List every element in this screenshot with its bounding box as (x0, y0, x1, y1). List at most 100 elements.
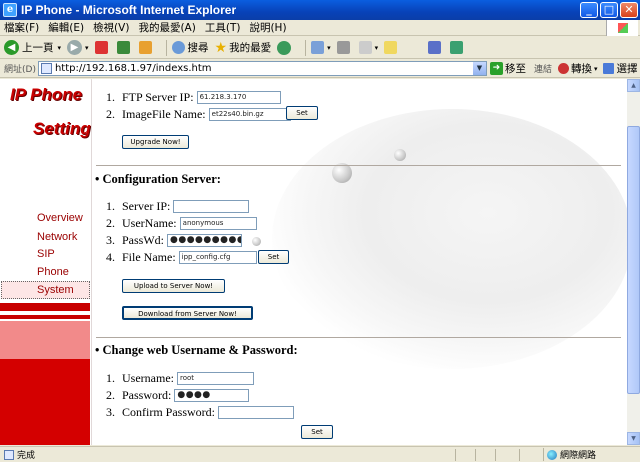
menu-favorites[interactable]: 我的最愛(A) (138, 20, 195, 35)
maximize-button[interactable]: □ (600, 2, 618, 18)
address-input[interactable]: http://192.168.1.97/indexs.htm ▼ (37, 61, 487, 76)
address-url: http://192.168.1.97/indexs.htm (54, 63, 212, 74)
decor-orb (332, 163, 352, 183)
go-arrow-icon: ➜ (489, 62, 503, 75)
page-done-icon (4, 449, 14, 460)
back-dropdown-icon[interactable]: ▾ (58, 44, 62, 52)
menu-help[interactable]: 說明(H) (249, 20, 286, 35)
refresh-button[interactable] (116, 41, 133, 54)
section-divider (96, 165, 621, 166)
passwd-input[interactable]: ●●●●●●●●●● (167, 234, 242, 247)
credentials-set-button[interactable]: Set (301, 425, 333, 439)
print-icon (336, 41, 350, 54)
item-number: 3. (106, 405, 115, 419)
print-button[interactable] (336, 41, 353, 54)
menu-edit[interactable]: 編輯(E) (48, 20, 84, 35)
upload-to-server-button[interactable]: Upload to Server Now! (122, 279, 225, 293)
vertical-scrollbar[interactable]: ▲ ▼ (627, 79, 640, 445)
confirm-password-input[interactable] (218, 406, 294, 419)
logo-ip-phone: IP Phone (10, 85, 83, 104)
username-input[interactable]: anonymous (179, 217, 257, 230)
image-set-button[interactable]: Set (286, 106, 318, 120)
research-button[interactable] (428, 41, 444, 54)
favorites-button[interactable]: ★ 我的最愛 (215, 40, 272, 56)
messenger-button[interactable] (450, 41, 466, 54)
bullet: • (95, 343, 100, 357)
item-number: 1. (106, 371, 115, 385)
go-label: 移至 (504, 63, 526, 75)
address-bar: 網址(D) http://192.168.1.97/indexs.htm ▼ ➜… (0, 60, 640, 78)
sidebar-item-system[interactable]: System (37, 284, 74, 296)
select-label: 選擇 (616, 63, 638, 75)
web-credentials-title: • Change web Username & Password: (95, 343, 298, 358)
select-button[interactable]: 選擇 (603, 61, 637, 76)
ie-icon: e (3, 3, 17, 17)
filename-set-button[interactable]: Set (258, 250, 289, 264)
background-decoration (272, 109, 627, 369)
status-text: 完成 (4, 448, 35, 461)
web-username-row: 1. Username: root (106, 371, 254, 386)
mail-button[interactable]: ▾ (311, 41, 331, 54)
favorites-label: 我的最愛 (229, 42, 272, 54)
discuss-icon (384, 41, 398, 54)
windows-logo-icon (606, 20, 638, 36)
address-dropdown-icon[interactable]: ▼ (472, 62, 486, 75)
status-text-label: 完成 (17, 451, 36, 461)
status-divider (455, 449, 456, 461)
config-server-title-text: Configuration Server: (102, 172, 221, 186)
filename-input[interactable]: ipp_config.cfg (178, 251, 257, 264)
history-button[interactable] (277, 40, 294, 55)
image-file-label: ImageFile Name: (122, 107, 206, 121)
web-password-row: 2. Password: ●●●● (106, 388, 250, 403)
menu-view[interactable]: 檢視(V) (93, 20, 129, 35)
menu-tools[interactable]: 工具(T) (205, 20, 241, 35)
sidebar-item-sip[interactable]: SIP (37, 248, 55, 260)
image-file-input[interactable]: et22s40.bin.gz (208, 108, 291, 121)
toolbar: ◀ 上一頁 ▾ ▶ ▾ 搜尋 ★ 我的最愛 ▾ ▾ (0, 37, 640, 59)
item-number: 3. (106, 233, 115, 247)
convert-button[interactable]: 轉換 ▾ (557, 61, 597, 76)
toolbar-separator (165, 39, 167, 56)
sidebar-decor-band (0, 359, 90, 445)
mail-icon (311, 41, 325, 54)
upgrade-now-button[interactable]: Upgrade Now! (122, 135, 189, 149)
home-button[interactable] (138, 41, 155, 54)
links-label[interactable]: 連結 (534, 62, 552, 75)
scrollbar-thumb[interactable] (627, 126, 640, 394)
scroll-down-icon[interactable]: ▼ (627, 432, 640, 445)
edit-button[interactable]: ▾ (358, 41, 378, 54)
passwd-label: PassWd: (122, 233, 164, 247)
back-button[interactable]: ◀ 上一頁 ▾ (4, 40, 61, 55)
web-password-input[interactable]: ●●●● (174, 389, 250, 402)
item-number: 2. (106, 388, 115, 402)
convert-label: 轉換 (570, 63, 592, 75)
web-username-input[interactable]: root (176, 372, 254, 385)
search-icon (171, 41, 185, 54)
menu-file[interactable]: 檔案(F) (4, 20, 39, 35)
search-button[interactable]: 搜尋 (171, 40, 209, 55)
ftp-server-input[interactable]: 61.218.3.170 (196, 91, 281, 104)
server-ip-input[interactable] (173, 200, 250, 213)
download-from-server-button[interactable]: Download from Server Now! (122, 306, 253, 320)
passwd-row: 3. PassWd: ●●●●●●●●●● (106, 233, 242, 248)
decor-orb (252, 237, 261, 246)
forward-dropdown-icon[interactable]: ▾ (85, 44, 89, 52)
status-divider (519, 449, 520, 461)
scroll-up-icon[interactable]: ▲ (627, 79, 640, 92)
minimize-button[interactable]: _ (580, 2, 598, 18)
username-row: 2. UserName: anonymous (106, 216, 257, 231)
go-button[interactable]: ➜ 移至 (489, 61, 526, 76)
sidebar-item-phone[interactable]: Phone (37, 266, 69, 278)
title-bar: e IP Phone - Microsoft Internet Explorer… (0, 0, 640, 20)
filename-label: File Name: (122, 250, 176, 264)
section-divider (96, 337, 621, 338)
sidebar-item-network[interactable]: Network (37, 231, 77, 243)
sidebar-item-overview[interactable]: Overview (37, 212, 83, 224)
close-button[interactable]: ✕ (620, 2, 638, 18)
stop-button[interactable] (94, 41, 111, 54)
forward-button[interactable]: ▶ ▾ (67, 40, 89, 55)
page-icon (40, 63, 52, 74)
address-label: 網址(D) (4, 65, 36, 75)
discuss-button[interactable] (384, 41, 400, 54)
menu-bar: 檔案(F) 編輯(E) 檢視(V) 我的最愛(A) 工具(T) 說明(H) (0, 20, 640, 36)
